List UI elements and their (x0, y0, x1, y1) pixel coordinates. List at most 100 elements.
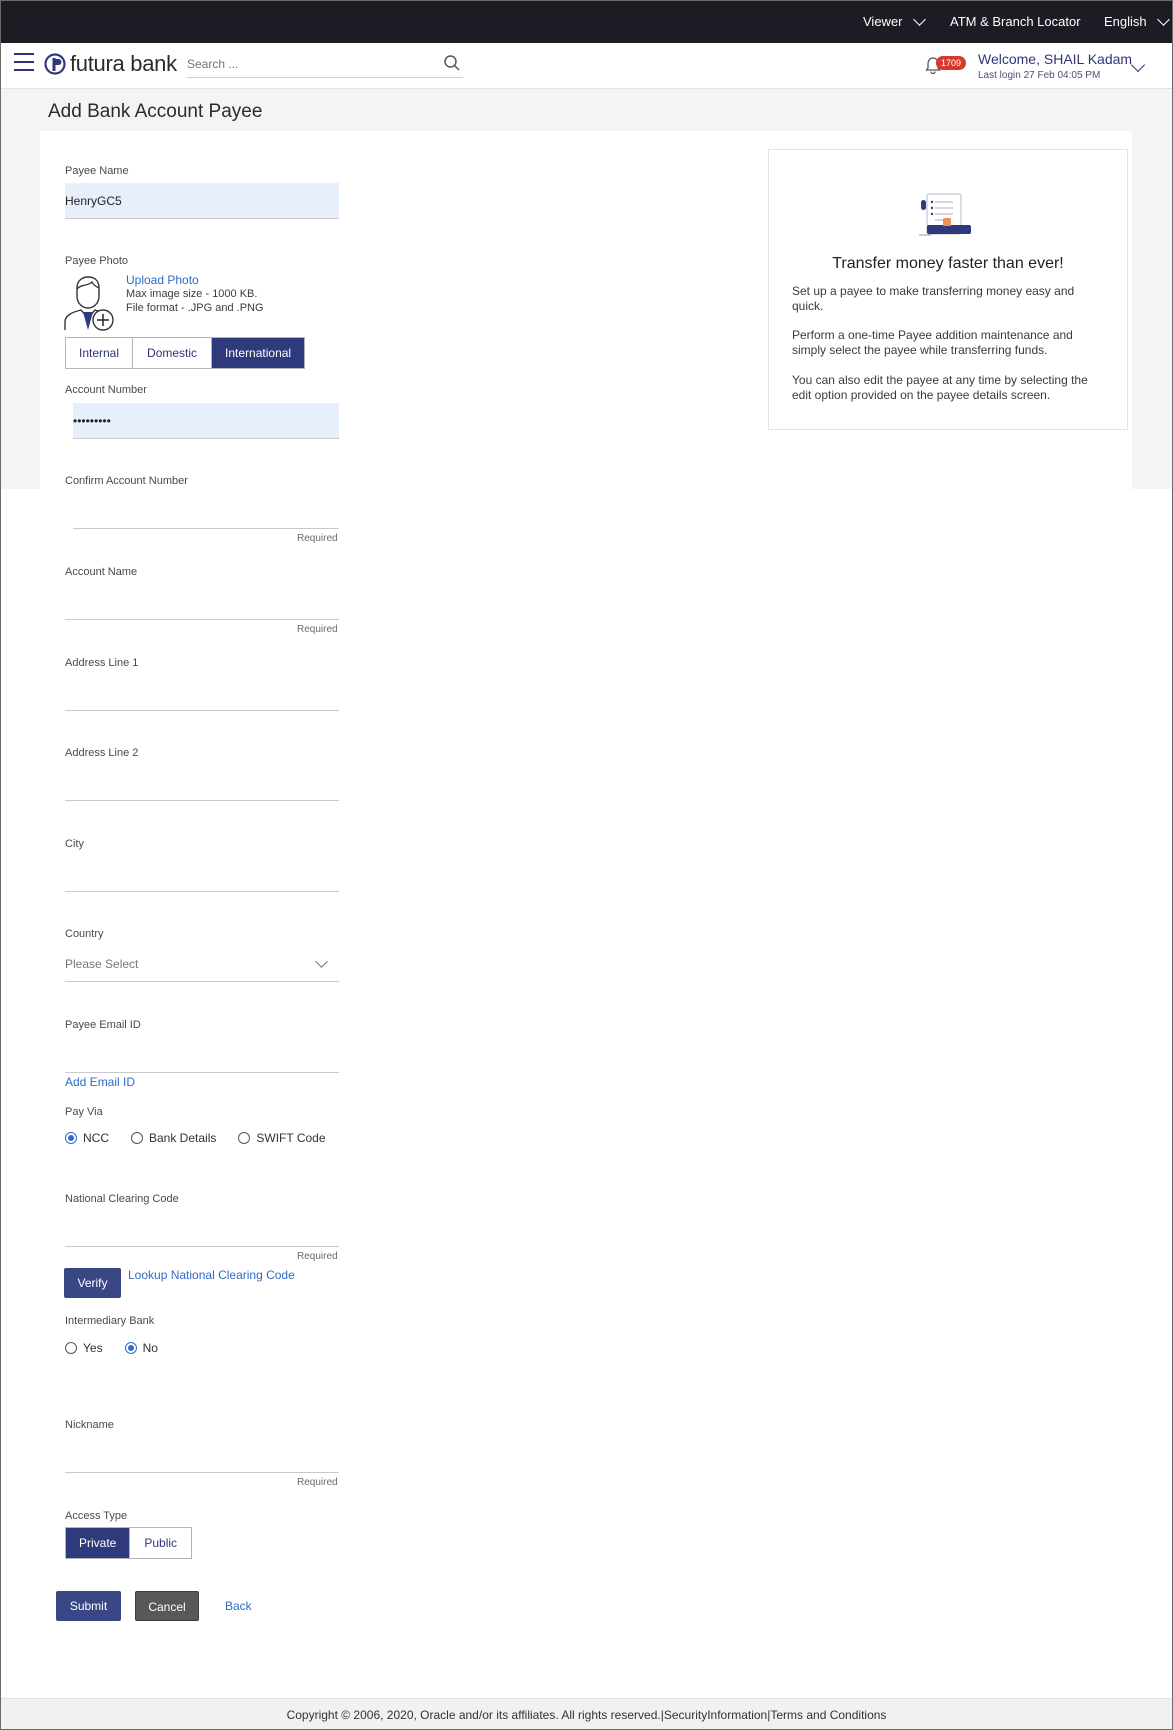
pay-via-swift-label: SWIFT Code (256, 1131, 326, 1145)
avatar-upload-icon[interactable] (63, 274, 115, 332)
add-email-link[interactable]: Add Email ID (65, 1075, 135, 1089)
search-bar (187, 52, 463, 78)
access-public-option[interactable]: Public (130, 1528, 192, 1558)
required-hint: Required (297, 624, 338, 635)
intermediary-bank-label: Intermediary Bank (65, 1315, 155, 1327)
account-number-input[interactable] (73, 403, 339, 438)
radio-selected-icon (65, 1132, 77, 1144)
pay-via-bank-details-radio[interactable]: Bank Details (131, 1131, 216, 1145)
pay-via-ncc-label: NCC (83, 1131, 109, 1145)
confirm-account-label: Confirm Account Number (65, 475, 188, 487)
hamburger-menu-icon[interactable] (14, 53, 34, 71)
notification-badge: 1709 (936, 56, 967, 70)
payee-name-label: Payee Name (65, 165, 129, 177)
city-field (65, 856, 339, 892)
ncc-field (65, 1211, 339, 1247)
account-number-label: Account Number (65, 384, 147, 396)
pay-via-radio-group: NCC Bank Details SWIFT Code (65, 1131, 348, 1145)
tab-domestic[interactable]: Domestic (133, 338, 213, 368)
search-icon[interactable] (443, 54, 461, 72)
lookup-ncc-link[interactable]: Lookup National Clearing Code (128, 1268, 295, 1282)
ncc-label: National Clearing Code (65, 1193, 179, 1205)
welcome-text: Welcome, SHAIL Kadam (978, 51, 1133, 67)
confirm-account-field (73, 493, 339, 529)
radio-unselected-icon (65, 1342, 77, 1354)
chevron-down-icon (315, 955, 328, 968)
copyright-text: Copyright © 2006, 2020, Oracle and/or it… (286, 1708, 661, 1722)
city-label: City (65, 838, 84, 850)
intermediary-no-label: No (142, 1341, 158, 1355)
access-type-label: Access Type (65, 1510, 128, 1522)
info-paragraph-3: You can also edit the payee at any time … (792, 373, 1088, 402)
search-input[interactable] (187, 52, 427, 76)
payee-document-icon (919, 193, 971, 236)
payee-email-field (65, 1037, 339, 1073)
country-select[interactable]: Please Select (65, 946, 339, 982)
country-label: Country (65, 928, 104, 940)
user-menu[interactable]: Welcome, SHAIL Kadam Last login 27 Feb 0… (978, 51, 1132, 81)
address-line-1-field (65, 675, 339, 711)
atm-branch-locator-link[interactable]: ATM & Branch Locator (950, 14, 1081, 29)
info-panel: Transfer money faster than ever! Set up … (768, 149, 1128, 430)
address-line-2-label: Address Line 2 (65, 747, 139, 759)
address-line-1-input[interactable] (65, 675, 339, 710)
viewer-dropdown[interactable]: Viewer (863, 12, 926, 29)
payee-email-input[interactable] (65, 1037, 339, 1072)
radio-unselected-icon (238, 1132, 251, 1144)
address-line-2-field (65, 765, 339, 801)
radio-selected-icon (124, 1342, 137, 1354)
header: futura bank 1709 Welcome, SHAIL Kadam La… (1, 43, 1172, 89)
footer: Copyright © 2006, 2020, Oracle and/or it… (1, 1698, 1172, 1729)
intermediary-yes-radio[interactable]: Yes (65, 1341, 103, 1355)
required-hint: Required (297, 1477, 338, 1488)
address-line-2-input[interactable] (65, 765, 339, 800)
atm-branch-locator-label: ATM & Branch Locator (950, 14, 1081, 29)
access-private-option[interactable]: Private (66, 1528, 131, 1558)
nickname-label: Nickname (65, 1419, 114, 1431)
chevron-down-icon (1156, 12, 1170, 26)
intermediary-no-radio[interactable]: No (124, 1341, 158, 1355)
security-information-link[interactable]: SecurityInformation (664, 1708, 767, 1722)
payee-photo-label: Payee Photo (65, 255, 128, 267)
confirm-account-input[interactable] (73, 493, 339, 528)
last-login-text: Last login 27 Feb 04:05 PM (978, 70, 1101, 81)
viewer-label: Viewer (863, 14, 903, 29)
pay-via-swift-radio[interactable]: SWIFT Code (238, 1131, 326, 1145)
terms-and-conditions-link[interactable]: Terms and Conditions (770, 1708, 886, 1722)
info-paragraph-1: Set up a payee to make transferring mone… (792, 284, 1075, 313)
submit-button[interactable]: Submit (56, 1591, 121, 1621)
back-link[interactable]: Back (225, 1599, 252, 1613)
nickname-input[interactable] (65, 1437, 339, 1472)
pay-via-bank-details-label: Bank Details (149, 1131, 217, 1145)
futura-bank-logo[interactable]: futura bank (44, 51, 177, 77)
nickname-field (65, 1437, 339, 1473)
tab-international[interactable]: International (212, 338, 305, 368)
ncc-input[interactable] (65, 1211, 339, 1246)
chevron-down-icon (912, 12, 926, 26)
info-paragraph-2: Perform a one-time Payee addition mainte… (792, 328, 1073, 357)
chevron-down-icon[interactable] (1130, 57, 1146, 73)
required-hint: Required (297, 1251, 338, 1262)
city-input[interactable] (65, 856, 339, 891)
logo-text: futura bank (70, 51, 177, 76)
max-size-note: Max image size - 1000 KB. (126, 288, 258, 300)
upload-photo-link[interactable]: Upload Photo (126, 273, 199, 287)
page-title: Add Bank Account Payee (48, 101, 263, 122)
verify-button[interactable]: Verify (64, 1268, 121, 1298)
tab-internal[interactable]: Internal (66, 338, 134, 368)
required-hint: Required (297, 533, 338, 544)
pay-via-ncc-radio[interactable]: NCC (65, 1131, 109, 1145)
account-number-field (73, 403, 339, 439)
radio-unselected-icon (131, 1132, 143, 1144)
cancel-button[interactable]: Cancel (135, 1591, 199, 1621)
account-name-input[interactable] (65, 584, 339, 619)
payee-name-input[interactable] (65, 183, 339, 218)
pay-via-label: Pay Via (65, 1106, 103, 1118)
account-name-field (65, 584, 339, 620)
account-type-toggle: Internal Domestic International (65, 337, 306, 369)
language-label: English (1104, 14, 1147, 29)
info-panel-title: Transfer money faster than ever! (832, 255, 1064, 272)
language-dropdown[interactable]: English (1104, 12, 1170, 29)
logo-mark-icon (44, 53, 66, 75)
app-frame: Viewer ATM & Branch Locator English futu… (0, 0, 1173, 1730)
